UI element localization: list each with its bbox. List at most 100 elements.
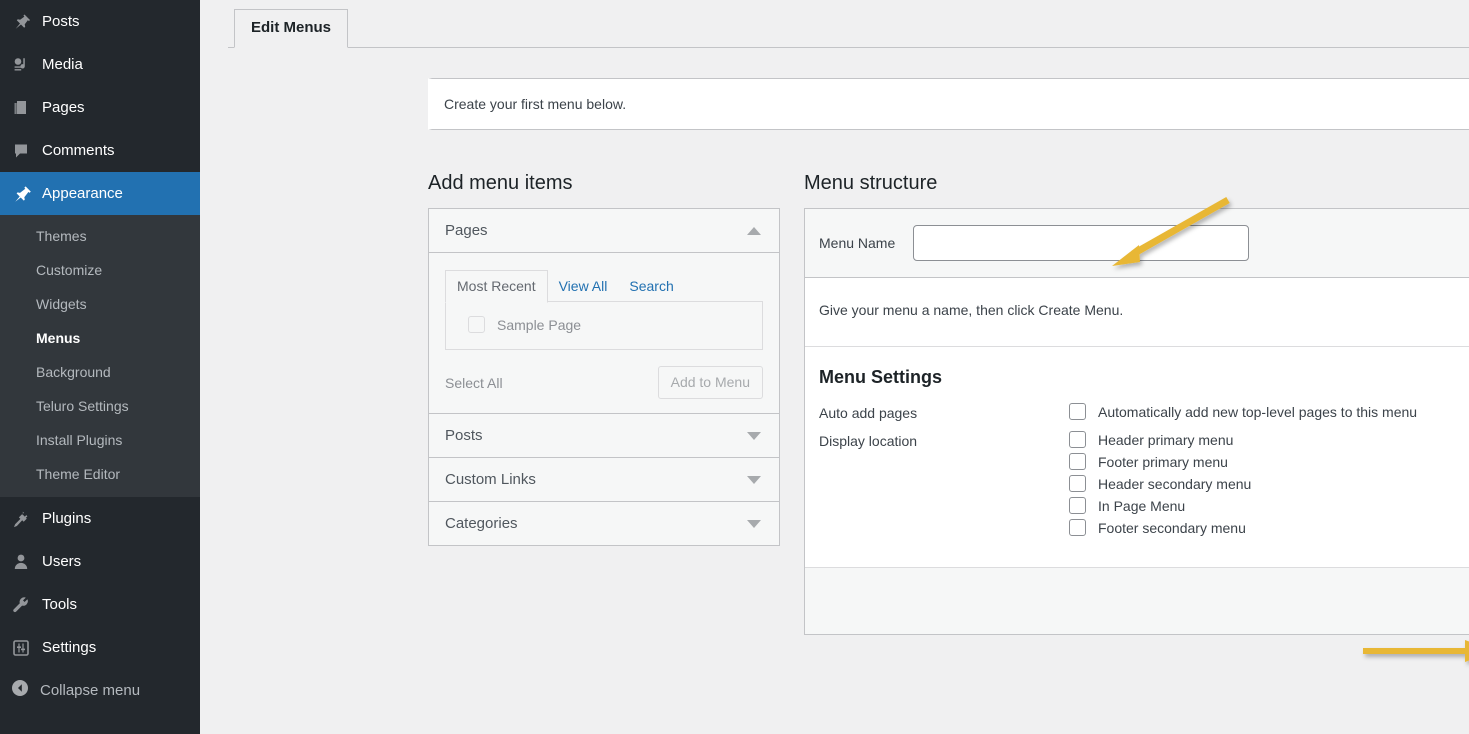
add-menu-items-column: Add menu items Pages Most Recent View Al…: [428, 170, 780, 546]
add-to-menu-button[interactable]: Add to Menu: [657, 366, 763, 399]
sidebar-item-appearance[interactable]: Appearance: [0, 172, 208, 215]
checkbox-label: In Page Menu: [1098, 497, 1186, 514]
accordion-section-pages: Pages Most Recent View All Search Sample…: [429, 209, 779, 414]
comments-icon: [10, 140, 32, 162]
accordion-body-pages: Most Recent View All Search Sample Page …: [429, 253, 779, 413]
setting-row-auto-add-pages: Auto add pages Automatically add new top…: [819, 403, 1469, 425]
accordion-header-posts[interactable]: Posts: [429, 414, 779, 457]
notice-create-first-menu: Create your first menu below.: [428, 78, 1469, 130]
accordion-section-categories: Categories: [429, 502, 779, 545]
checkbox-box[interactable]: [1069, 403, 1086, 420]
sidebar-subitem-background[interactable]: Background: [0, 355, 200, 389]
accordion-header-categories[interactable]: Categories: [429, 502, 779, 545]
accordion-label: Categories: [445, 515, 518, 532]
sidebar-subitem-install-plugins[interactable]: Install Plugins: [0, 423, 200, 457]
page-checkbox-sample-page[interactable]: [468, 316, 485, 333]
sidebar-subitem-themes[interactable]: Themes: [0, 219, 200, 253]
accordion-header-pages[interactable]: Pages: [429, 209, 779, 253]
pages-actions: Select All Add to Menu: [445, 366, 763, 399]
sidebar-subitem-widgets[interactable]: Widgets: [0, 287, 200, 321]
collapse-menu-button[interactable]: Collapse menu: [0, 669, 200, 711]
tab-search[interactable]: Search: [618, 271, 684, 302]
select-all-link[interactable]: Select All: [445, 375, 503, 391]
sidebar-item-label: Plugins: [42, 510, 92, 527]
menu-settings-section: Menu Settings Auto add pages Automatical…: [805, 346, 1469, 567]
list-item[interactable]: Sample Page: [456, 316, 752, 333]
wordpress-admin-screen: Posts Media Pages Comments Appearance Th…: [0, 0, 1469, 734]
checkbox-label: Header primary menu: [1098, 431, 1234, 448]
user-icon: [10, 551, 32, 573]
collapse-menu-label: Collapse menu: [40, 681, 141, 699]
menu-settings-title: Menu Settings: [819, 367, 943, 387]
sidebar-item-media[interactable]: Media: [0, 43, 200, 86]
chevron-down-icon: [747, 431, 761, 440]
menu-name-input[interactable]: [913, 225, 1250, 261]
menu-structure-title: Menu structure: [804, 172, 938, 194]
notice-text: Create your first menu below.: [444, 96, 627, 112]
menu-structure-column: Menu structure Menu Name Give your menu …: [804, 170, 1469, 635]
sidebar-item-pages[interactable]: Pages: [0, 86, 200, 129]
checkbox-footer-secondary-menu[interactable]: Footer secondary menu: [1069, 519, 1469, 536]
sidebar-item-plugins[interactable]: Plugins: [0, 497, 200, 540]
wrench-icon: [10, 594, 32, 616]
checkbox-label: Header secondary menu: [1098, 475, 1252, 492]
tab-edit-menus[interactable]: Edit Menus: [234, 9, 349, 48]
menu-name-row: Menu Name: [805, 209, 1469, 278]
sidebar-item-label: Posts: [42, 13, 80, 30]
checkbox-label: Footer primary menu: [1098, 453, 1228, 470]
menu-structure-hint: Give your menu a name, then click Create…: [819, 302, 1124, 318]
accordion-section-posts: Posts: [429, 414, 779, 458]
page-label: Sample Page: [497, 316, 582, 333]
accordion-label: Custom Links: [445, 471, 536, 488]
checkbox-auto-add-pages[interactable]: Automatically add new top-level pages to…: [1069, 403, 1469, 420]
checkbox-box[interactable]: [1069, 453, 1086, 470]
checkbox-box[interactable]: [1069, 497, 1086, 514]
checkbox-box[interactable]: [1069, 519, 1086, 536]
checkbox-in-page-menu[interactable]: In Page Menu: [1069, 497, 1469, 514]
media-icon: [10, 54, 32, 76]
pages-most-recent-panel: Sample Page: [445, 301, 763, 350]
checkbox-header-primary-menu[interactable]: Header primary menu: [1069, 431, 1469, 448]
annotation-arrow-create-menu: [1363, 640, 1469, 662]
appearance-submenu: Themes Customize Widgets Menus Backgroun…: [0, 215, 200, 497]
add-menu-items-title: Add menu items: [428, 172, 573, 194]
accordion-section-custom-links: Custom Links: [429, 458, 779, 502]
sliders-icon: [10, 637, 32, 659]
sidebar-subitem-menus[interactable]: Menus: [0, 321, 200, 355]
brush-icon: [10, 183, 32, 205]
chevron-down-icon: [747, 475, 761, 484]
sidebar-subitem-theme-editor[interactable]: Theme Editor: [0, 457, 200, 491]
sidebar-item-label: Comments: [42, 142, 115, 159]
auto-add-pages-fields: Automatically add new top-level pages to…: [1069, 403, 1469, 425]
sidebar-item-label: Media: [42, 56, 83, 73]
chevron-up-icon: [747, 226, 761, 235]
sidebar-subitem-teluro-settings[interactable]: Teluro Settings: [0, 389, 200, 423]
sidebar-subitem-customize[interactable]: Customize: [0, 253, 200, 287]
tab-most-recent[interactable]: Most Recent: [445, 270, 548, 303]
sidebar-item-label: Appearance: [42, 185, 123, 202]
sidebar-item-label: Settings: [42, 639, 97, 656]
setting-row-display-location: Display location Header primary menu Foo…: [819, 431, 1469, 541]
main-content: Edit Menus Create your first menu below.…: [200, 0, 1469, 734]
sidebar-item-label: Tools: [42, 596, 78, 613]
sidebar-item-tools[interactable]: Tools: [0, 583, 200, 626]
tab-view-all[interactable]: View All: [548, 271, 619, 302]
pages-icon: [10, 97, 32, 119]
accordion-label: Posts: [445, 427, 483, 444]
checkbox-box[interactable]: [1069, 475, 1086, 492]
add-menu-items-accordion: Pages Most Recent View All Search Sample…: [428, 208, 780, 546]
sidebar-item-comments[interactable]: Comments: [0, 129, 200, 172]
collapse-arrow-icon: [10, 678, 30, 702]
checkbox-footer-primary-menu[interactable]: Footer primary menu: [1069, 453, 1469, 470]
checkbox-header-secondary-menu[interactable]: Header secondary menu: [1069, 475, 1469, 492]
sidebar-item-label: Pages: [42, 99, 85, 116]
sidebar-item-settings[interactable]: Settings: [0, 626, 200, 669]
checkbox-box[interactable]: [1069, 431, 1086, 448]
display-location-fields: Header primary menu Footer primary menu …: [1069, 431, 1469, 541]
menu-structure-body: Give your menu a name, then click Create…: [805, 278, 1469, 346]
sidebar-item-users[interactable]: Users: [0, 540, 200, 583]
accordion-header-custom-links[interactable]: Custom Links: [429, 458, 779, 501]
sidebar-item-posts[interactable]: Posts: [0, 0, 200, 43]
menu-name-label: Menu Name: [819, 235, 896, 251]
accordion-label: Pages: [445, 222, 488, 239]
